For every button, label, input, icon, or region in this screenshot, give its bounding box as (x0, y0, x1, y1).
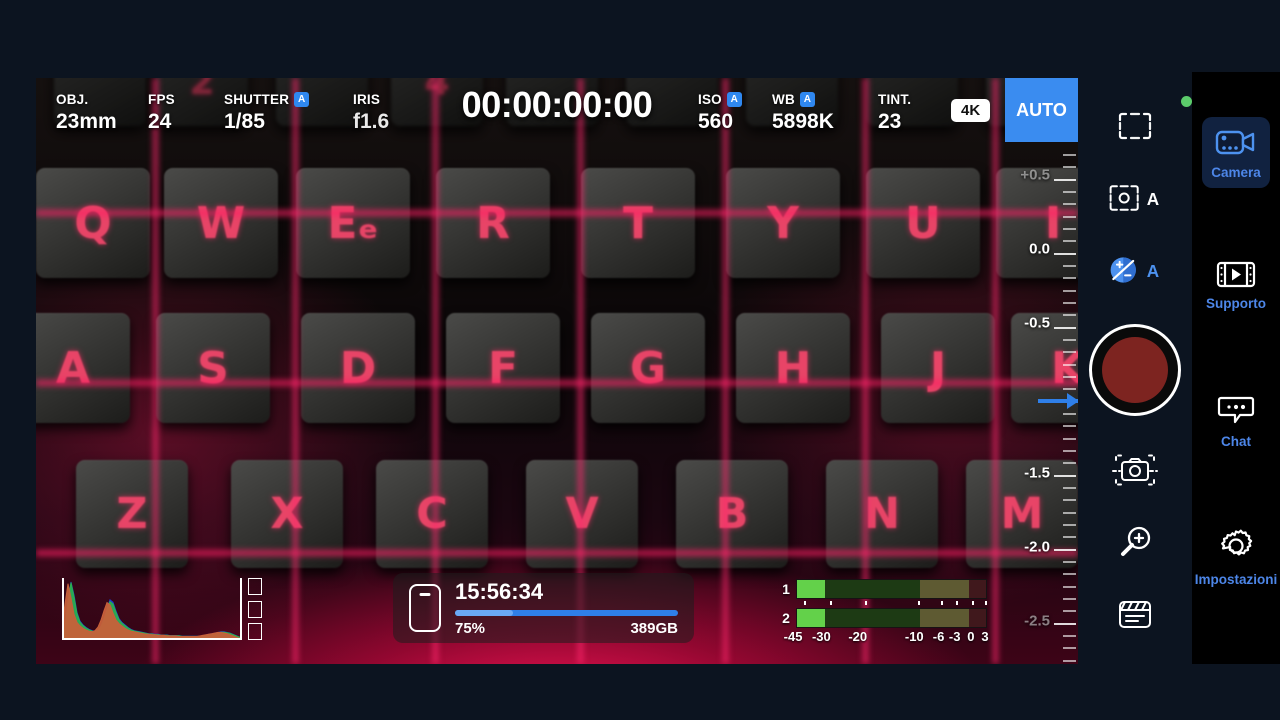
audio-channel-number: 2 (782, 610, 790, 626)
iso-auto-badge: A (726, 92, 742, 107)
audio-scale-label: -45 (783, 629, 803, 644)
gear-icon (1221, 529, 1253, 556)
menu-item-impostazioni[interactable]: Impostazioni (1195, 518, 1277, 595)
menu-label-supporto: Supporto (1206, 296, 1266, 311)
hud-tint-label: TINT. (878, 92, 912, 107)
svg-text:A: A (1147, 261, 1159, 281)
audio-level-meters[interactable]: 1 2 -45 -30 -20 -10 -6 -3 0 3 (781, 578, 989, 645)
slate-icon[interactable] (1107, 586, 1163, 642)
audio-scale-label: -3 (948, 629, 961, 644)
exposure-tick-label: -2.0 (1024, 538, 1050, 556)
auto-mode-button[interactable]: AUTO (1005, 78, 1078, 142)
audio-scale-label: -10 (904, 629, 924, 644)
film-play-icon (1216, 261, 1256, 288)
menu-item-camera[interactable]: Camera (1202, 117, 1270, 188)
snapshot-icon[interactable] (1107, 442, 1163, 498)
status-indicator-dot (1181, 96, 1192, 107)
audio-channel-row: 2 (781, 607, 987, 629)
storage-progress-bar (455, 609, 678, 616)
camera-hud-top: OBJ. 23mm FPS 24 SHUTTER A 1/85 IRIS f1.… (36, 78, 1078, 142)
exposure-tick-label: +0.5 (1020, 166, 1050, 184)
hud-wb-label: WB (772, 92, 795, 107)
camera-tool-rail: A A (1078, 72, 1192, 664)
audio-scale-label: -6 (932, 629, 945, 644)
menu-label-camera: Camera (1211, 165, 1261, 180)
app-side-menu: Camera Supporto Chat Impostazioni (1192, 72, 1280, 664)
hud-tint-value: 23 (878, 110, 902, 133)
channel-box-g[interactable] (248, 600, 262, 618)
resolution-chip[interactable]: 4K (951, 99, 991, 122)
audio-meter-bar-2 (796, 608, 987, 628)
channel-box-b[interactable] (248, 623, 262, 640)
audio-scale-labels: -45 -30 -20 -10 -6 -3 0 3 (783, 629, 989, 645)
exposure-tick-label: -2.5 (1024, 612, 1050, 630)
record-dot (1102, 337, 1168, 403)
menu-item-supporto[interactable]: Supporto (1202, 250, 1270, 319)
audio-meter-bar-1 (796, 579, 987, 599)
battery-percent: 75% (455, 619, 486, 637)
hud-iso-value: 560 (698, 110, 734, 133)
record-button[interactable] (1089, 324, 1181, 416)
histogram-frame (62, 578, 242, 640)
video-camera-icon (1215, 130, 1255, 155)
audio-meter-ticks (796, 601, 988, 607)
wb-auto-badge: A (799, 92, 815, 107)
rgb-histogram[interactable] (62, 578, 242, 640)
hud-iso-label: ISO (698, 92, 722, 107)
recording-remaining-time: 15:56:34 (455, 578, 544, 604)
zoom-in-icon[interactable] (1107, 514, 1163, 570)
chat-bubble-icon (1217, 396, 1255, 424)
framing-guide-icon[interactable] (1107, 98, 1163, 154)
svg-text:A: A (1147, 189, 1159, 209)
timecode-display: 00:00:00:00 (461, 84, 653, 125)
focus-auto-icon[interactable]: A (1107, 170, 1163, 226)
exposure-tick-label: -1.5 (1024, 464, 1050, 482)
channel-box-r[interactable] (248, 578, 262, 595)
audio-channel-row: 1 (781, 578, 987, 600)
audio-scale-label: 3 (981, 629, 989, 644)
audio-scale-label: -30 (811, 629, 831, 644)
exposure-compensation-slider[interactable]: +0.5 0.0 -0.5 -1.5 -2.0 -2.5 (1000, 142, 1079, 664)
audio-scale-label: 0 (967, 629, 975, 644)
exposure-tick-label: -0.5 (1024, 314, 1050, 332)
hud-wb-value: 5898K (772, 110, 834, 133)
menu-item-chat[interactable]: Chat (1202, 384, 1270, 457)
hud-tint[interactable]: TINT. 23 (878, 92, 911, 134)
hud-wb[interactable]: WB A 5898K (772, 92, 834, 134)
recording-info-panel[interactable]: 15:56:34 75% 389GB (393, 573, 694, 643)
exposure-slider-handle[interactable] (1038, 393, 1079, 409)
histogram-channel-toggle[interactable] (248, 578, 262, 640)
storage-free: 389GB (630, 619, 678, 637)
exposure-tick-label: 0.0 (1029, 240, 1050, 258)
storage-progress-fill (455, 609, 513, 616)
hud-iso[interactable]: ISO A 560 (698, 92, 742, 134)
device-battery-icon (409, 584, 441, 632)
menu-label-impostazioni: Impostazioni (1194, 572, 1278, 587)
exposure-auto-icon[interactable]: A (1107, 242, 1163, 298)
audio-channel-number: 1 (782, 581, 790, 597)
menu-label-chat: Chat (1221, 434, 1251, 449)
audio-scale-label: -20 (848, 629, 868, 644)
